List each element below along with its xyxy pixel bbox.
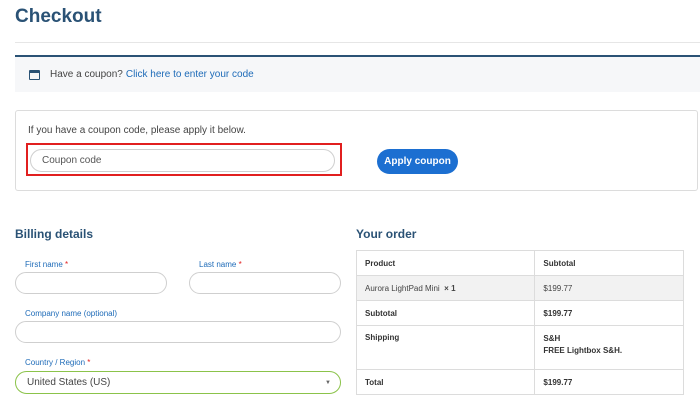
cart-subtotal-label: Subtotal	[355, 300, 536, 326]
coupon-notice: Have a coupon? Click here to enter your …	[15, 55, 700, 92]
shipping-method: S&H	[543, 334, 561, 343]
order-item-price: $199.77	[534, 275, 684, 301]
page-title: Checkout	[15, 6, 102, 27]
coupon-code-input[interactable]	[30, 149, 335, 172]
country-select[interactable]: United States (US) ▼	[15, 371, 341, 394]
cart-subtotal-value: $199.77	[534, 300, 684, 326]
country-value: United States (US)	[27, 377, 111, 388]
coupon-hint: If you have a coupon code, please apply …	[28, 125, 246, 136]
shipping-label: Shipping	[355, 325, 536, 370]
order-total-value: $199.77	[534, 369, 684, 395]
billing-heading: Billing details	[15, 227, 94, 241]
order-heading: Your order	[356, 227, 417, 241]
order-table: Product Subtotal Aurora LightPad Mini × …	[355, 250, 684, 395]
apply-coupon-button[interactable]: Apply coupon	[377, 149, 458, 174]
order-total-label: Total	[355, 369, 536, 395]
country-label: Country / Region *	[25, 358, 91, 367]
calendar-icon	[29, 69, 40, 80]
coupon-form: If you have a coupon code, please apply …	[15, 110, 698, 191]
product-column-header: Product	[355, 250, 536, 276]
last-name-label: Last name *	[199, 260, 242, 269]
order-header-row: Product Subtotal	[355, 250, 684, 276]
subtotal-column-header: Subtotal	[534, 250, 684, 276]
shipping-value: S&H FREE Lightbox S&H.	[534, 325, 684, 370]
last-name-field[interactable]	[189, 272, 341, 294]
title-divider	[15, 42, 700, 43]
shipping-row: Shipping S&H FREE Lightbox S&H.	[355, 325, 684, 370]
order-total-row: Total $199.77	[355, 369, 684, 395]
first-name-label: First name *	[25, 260, 69, 269]
order-item-qty: × 1	[444, 283, 456, 293]
show-coupon-link[interactable]: Click here to enter your code	[126, 69, 254, 80]
first-name-field[interactable]	[15, 272, 167, 294]
company-name-field[interactable]	[15, 321, 341, 343]
order-item-name: Aurora LightPad Mini × 1	[355, 275, 536, 301]
coupon-notice-text: Have a coupon?	[50, 69, 123, 80]
company-name-label: Company name (optional)	[25, 309, 118, 318]
cart-subtotal-row: Subtotal $199.77	[355, 300, 684, 326]
shipping-note: FREE Lightbox S&H.	[543, 346, 623, 355]
chevron-down-icon: ▼	[325, 380, 331, 386]
order-item-row: Aurora LightPad Mini × 1 $199.77	[355, 275, 684, 301]
